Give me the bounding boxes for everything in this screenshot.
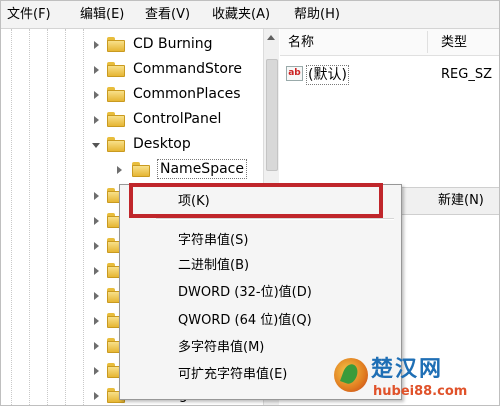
tree-item-controlpanel[interactable]: ControlPanel: [1, 108, 263, 132]
menu-item-string-value[interactable]: 字符串值(S): [178, 232, 248, 249]
menu-separator: [156, 219, 394, 220]
scroll-up-arrow-icon[interactable]: [267, 35, 275, 40]
tree-item-label: NameSpace: [157, 159, 247, 179]
expand-arrow-icon[interactable]: [94, 317, 99, 325]
menu-edit[interactable]: 编辑(E): [80, 6, 124, 23]
tree-item-commandstore[interactable]: CommandStore: [1, 58, 263, 82]
menu-view[interactable]: 查看(V): [145, 6, 190, 23]
menu-item-multi-string-value[interactable]: 多字符串值(M): [178, 339, 264, 356]
tree-item-hidden[interactable]: [1, 184, 125, 208]
expand-arrow-icon[interactable]: [94, 392, 99, 400]
column-header: 名称 类型: [280, 29, 499, 56]
registry-editor-window: 文件(F) 编辑(E) 查看(V) 收藏夹(A) 帮助(H) CD Burnin…: [0, 0, 500, 406]
tree-item-namespace[interactable]: NameSpace: [1, 158, 263, 182]
tree-item-hidden[interactable]: [1, 334, 125, 358]
menu-bar: 文件(F) 编辑(E) 查看(V) 收藏夹(A) 帮助(H): [1, 1, 499, 29]
tree-item-hidden[interactable]: [1, 259, 125, 283]
highlight-annotation: [129, 183, 383, 218]
tree-item-label: CD Burning: [133, 36, 213, 52]
folder-icon: [107, 112, 125, 127]
expand-arrow-icon[interactable]: [94, 217, 99, 225]
tree-item-cd-burning[interactable]: CD Burning: [1, 33, 263, 57]
folder-icon: [107, 87, 125, 102]
value-name: (默认): [306, 65, 349, 85]
menu-favorites[interactable]: 收藏夹(A): [212, 6, 270, 23]
column-divider[interactable]: [427, 31, 428, 53]
scrollbar-thumb[interactable]: [266, 59, 278, 171]
watermark-title: 楚汉网: [371, 357, 444, 382]
expand-arrow-icon[interactable]: [94, 116, 99, 124]
watermark-seal-icon: [334, 358, 368, 392]
tree-item-label: ControlPanel: [133, 111, 222, 127]
expand-arrow-icon[interactable]: [94, 342, 99, 350]
tree-item-commonplaces[interactable]: CommonPlaces: [1, 83, 263, 107]
folder-icon: [132, 162, 150, 177]
menu-item-binary-value[interactable]: 二进制值(B): [178, 257, 249, 274]
folder-icon: [107, 62, 125, 77]
expand-arrow-icon[interactable]: [94, 292, 99, 300]
menu-help[interactable]: 帮助(H): [294, 6, 340, 23]
new-menu-label: 新建(N): [438, 193, 484, 208]
expand-arrow-icon[interactable]: [94, 367, 99, 375]
folder-open-icon: [107, 137, 125, 152]
expand-arrow-icon[interactable]: [94, 91, 99, 99]
tree-item-label: CommandStore: [133, 61, 242, 77]
tree-item-hidden[interactable]: [1, 209, 125, 233]
expand-arrow-icon[interactable]: [94, 242, 99, 250]
collapse-arrow-icon[interactable]: [92, 143, 100, 148]
tree-item-hidden[interactable]: [1, 309, 125, 333]
expand-arrow-icon[interactable]: [117, 166, 122, 174]
tree-item-label: Desktop: [133, 136, 191, 152]
column-header-name[interactable]: 名称: [288, 35, 314, 51]
expand-arrow-icon[interactable]: [94, 41, 99, 49]
menu-item-qword-value[interactable]: QWORD (64 位)值(Q): [178, 312, 312, 329]
menu-item-expandable-string-value[interactable]: 可扩充字符串值(E): [178, 366, 287, 383]
folder-icon: [107, 37, 125, 52]
tree-item-hidden[interactable]: [1, 234, 125, 258]
menu-file[interactable]: 文件(F): [7, 6, 51, 23]
expand-arrow-icon[interactable]: [94, 66, 99, 74]
tree-item-hidden[interactable]: [1, 284, 125, 308]
menu-item-dword-value[interactable]: DWORD (32-位)值(D): [178, 284, 312, 301]
tree-item-desktop[interactable]: Desktop: [1, 133, 263, 157]
new-menu-item[interactable]: 新建(N): [397, 187, 499, 215]
tree-item-label: CommonPlaces: [133, 86, 241, 102]
value-type: REG_SZ: [441, 67, 492, 82]
tree-item-hidden[interactable]: [1, 359, 125, 383]
expand-arrow-icon[interactable]: [94, 267, 99, 275]
column-header-type[interactable]: 类型: [441, 35, 467, 51]
expand-arrow-icon[interactable]: [94, 192, 99, 200]
watermark-url: hubei88.com: [373, 384, 468, 399]
string-value-icon: ab: [286, 66, 303, 81]
